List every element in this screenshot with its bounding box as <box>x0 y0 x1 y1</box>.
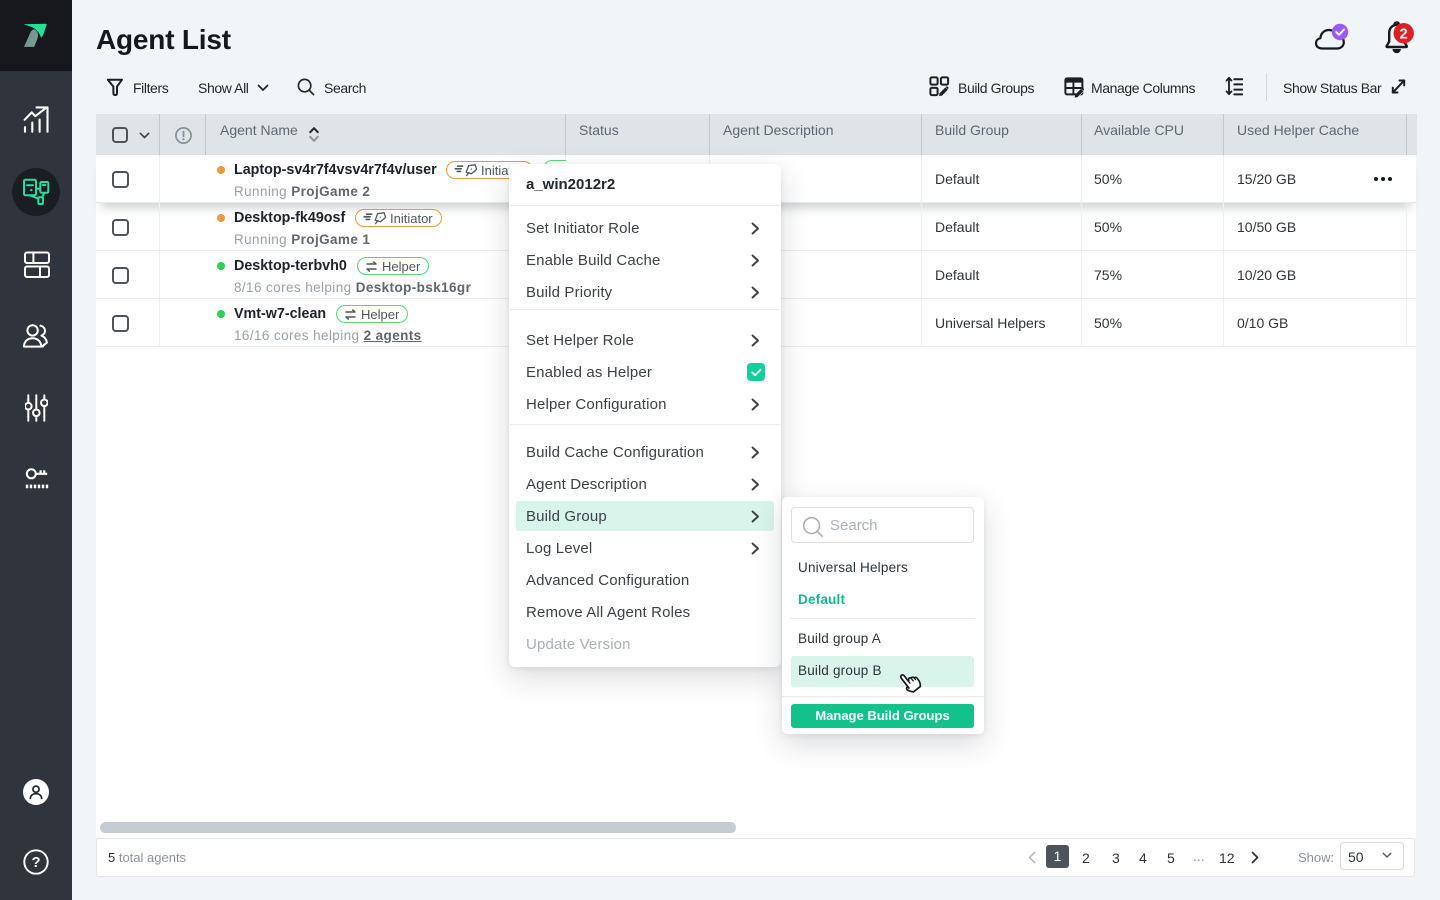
svg-text:2: 2 <box>1400 26 1408 42</box>
svg-text:?: ? <box>32 855 41 871</box>
